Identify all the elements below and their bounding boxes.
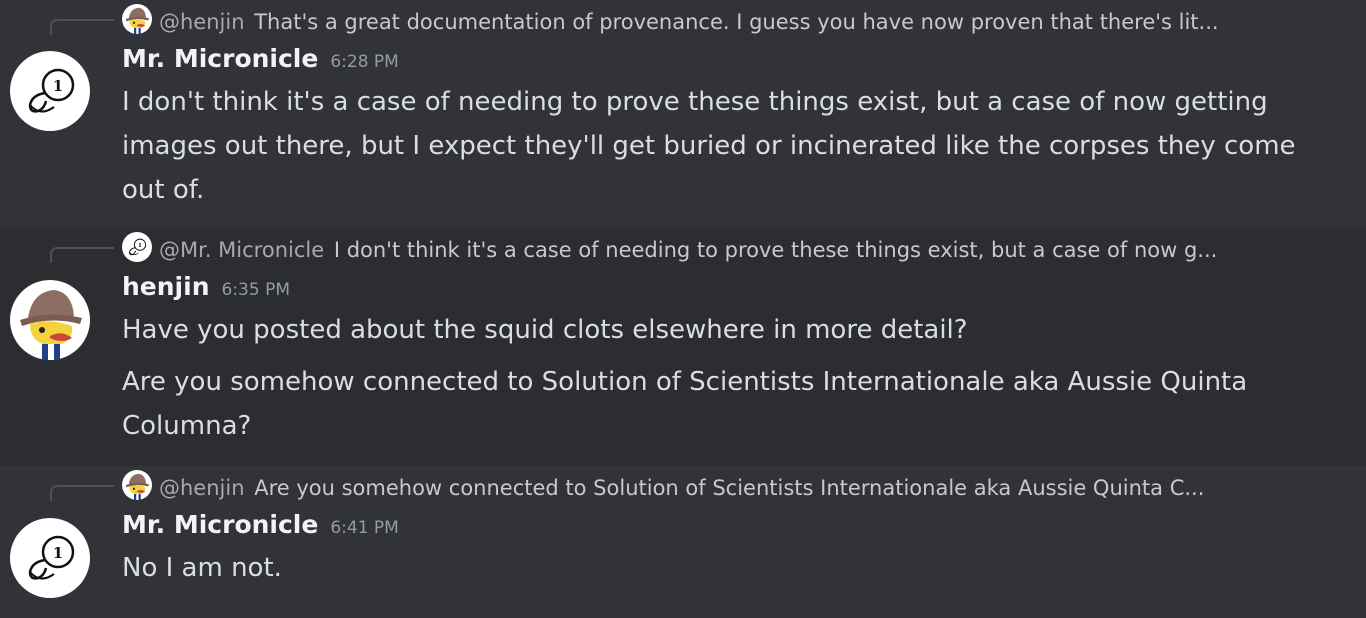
message[interactable]: @Mr. Micronicle I don't think it's a cas… [0,228,1366,466]
reply-spine [50,19,114,35]
message-header: Mr. Micronicle 6:28 PM [122,38,1346,80]
message-text: I don't think it's a case of needing to … [122,87,1296,205]
message-header: Mr. Micronicle 6:41 PM [122,504,1346,546]
message[interactable]: @henjin Are you somehow connected to Sol… [0,466,1366,608]
timestamp: 6:28 PM [330,52,399,72]
message-header: henjin 6:35 PM [122,266,1346,308]
avatar[interactable] [10,280,90,360]
message-text: No I am not. [122,553,282,583]
henjin-avatar-icon [122,4,152,34]
reply-spine [50,247,114,263]
reply-preview[interactable]: @henjin That's a great documentation of … [122,4,1337,37]
avatar[interactable] [10,51,90,131]
username[interactable]: Mr. Micronicle [122,44,318,73]
reply-text: Are you somehow connected to Solution of… [254,476,1205,500]
reply-text: That's a great documentation of provenan… [254,10,1219,34]
message-text: Have you posted about the squid clots el… [122,315,968,345]
micronicle-avatar-icon [122,232,152,262]
avatar[interactable] [10,518,90,598]
timestamp: 6:35 PM [221,280,291,300]
reply-reference[interactable]: @henjin Are you somehow connected to Sol… [0,466,1366,504]
reply-text: I don't think it's a case of needing to … [333,238,1218,262]
reply-reference[interactable]: @henjin That's a great documentation of … [0,0,1366,38]
timestamp: 6:41 PM [330,518,399,538]
reply-author[interactable]: @Mr. Micronicle [159,238,324,262]
reply-author[interactable]: @henjin [159,476,245,500]
username[interactable]: Mr. Micronicle [122,510,318,539]
reply-preview[interactable]: @Mr. Micronicle I don't think it's a cas… [122,232,1337,265]
reply-spine [50,485,114,501]
username[interactable]: henjin [122,272,210,301]
henjin-avatar-icon [122,470,152,500]
reply-reference[interactable]: @Mr. Micronicle I don't think it's a cas… [0,228,1366,266]
message-text: Are you somehow connected to Solution of… [122,367,1248,441]
reply-preview[interactable]: @henjin Are you somehow connected to Sol… [122,470,1337,503]
reply-author[interactable]: @henjin [159,10,245,34]
message[interactable]: @henjin That's a great documentation of … [0,0,1366,228]
